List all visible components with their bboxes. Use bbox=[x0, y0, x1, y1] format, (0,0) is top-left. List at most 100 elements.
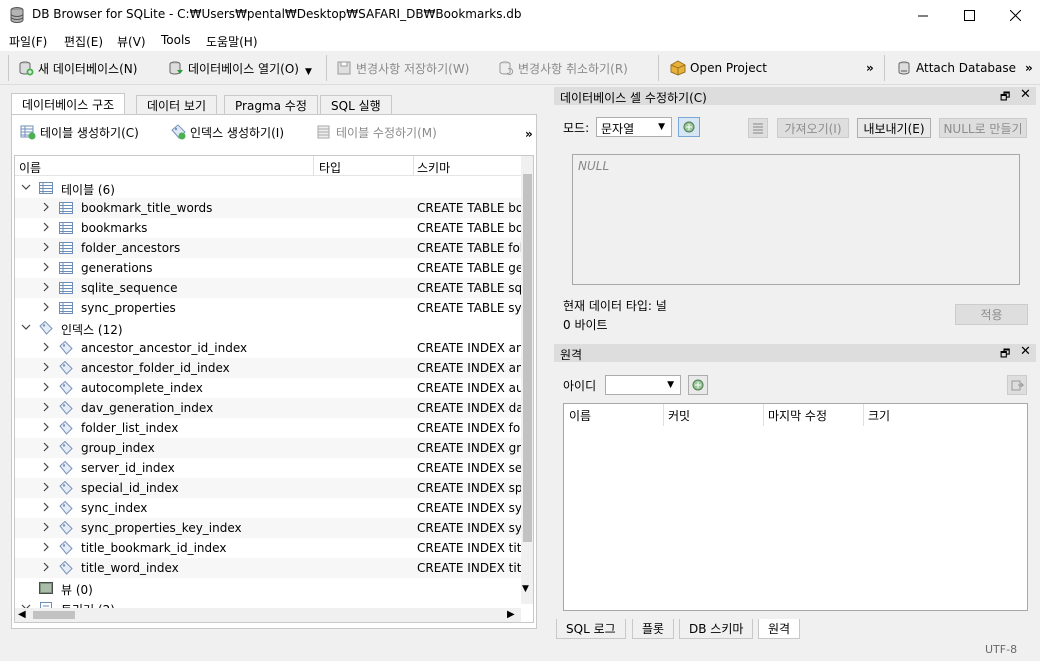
write-changes-button[interactable]: 변경사항 저장하기(W) bbox=[336, 57, 469, 79]
table-row[interactable]: CREATE TABLE sqlit sqlite_sequence bbox=[15, 278, 521, 298]
chevron-right-icon[interactable] bbox=[41, 242, 51, 252]
chevron-right-icon[interactable] bbox=[41, 222, 51, 232]
scroll-left-arrow-icon[interactable]: ◀ bbox=[18, 609, 26, 620]
index-row[interactable]: CREATE INDEX serv server_id_index bbox=[15, 458, 521, 478]
column-header-schema[interactable]: 스키마 bbox=[417, 159, 450, 176]
open-project-button[interactable]: Open Project bbox=[670, 57, 767, 79]
create-table-button[interactable]: 테이블 생성하기(C) bbox=[20, 121, 139, 143]
close-button[interactable] bbox=[992, 0, 1038, 30]
structure-toolbar-overflow-button[interactable]: » bbox=[525, 123, 533, 145]
maximize-button[interactable] bbox=[946, 0, 992, 30]
scroll-right-arrow-icon[interactable]: ▶ bbox=[507, 609, 515, 620]
chevron-right-icon[interactable] bbox=[41, 522, 51, 532]
chevron-right-icon[interactable] bbox=[41, 202, 51, 212]
table-row[interactable]: CREATE TABLE sync sync_properties bbox=[15, 298, 521, 318]
chevron-right-icon[interactable] bbox=[41, 342, 51, 352]
chevron-right-icon[interactable] bbox=[41, 262, 51, 272]
tab-db-schema[interactable]: DB 스키마 bbox=[679, 619, 754, 639]
views-group[interactable]: 뷰 (0) bbox=[15, 578, 521, 598]
chevron-right-icon[interactable] bbox=[41, 382, 51, 392]
minimize-button[interactable] bbox=[900, 0, 946, 30]
vertical-scrollbar[interactable]: ▼ bbox=[521, 156, 533, 604]
close-dock-icon[interactable]: ✕ bbox=[1020, 344, 1031, 359]
tab-edit-pragmas[interactable]: Pragma 수정 bbox=[224, 95, 318, 114]
tab-plot[interactable]: 플롯 bbox=[632, 619, 675, 639]
revert-changes-button[interactable]: 변경사항 취소하기(R) bbox=[498, 57, 628, 79]
tables-group[interactable]: 테이블 (6) bbox=[15, 178, 521, 198]
chevron-right-icon[interactable] bbox=[41, 282, 51, 292]
column-header-type[interactable]: 타입 bbox=[319, 159, 341, 176]
chevron-right-icon[interactable] bbox=[41, 302, 51, 312]
remote-col-name[interactable]: 이름 bbox=[569, 407, 591, 424]
open-database-button[interactable]: 데이터베이스 열기(O) ▼ bbox=[168, 57, 312, 79]
auto-switch-mode-button[interactable] bbox=[678, 117, 700, 137]
index-row[interactable]: CREATE INDEX dav dav_generation_index bbox=[15, 398, 521, 418]
new-database-button[interactable]: 새 데이터베이스(N) bbox=[18, 57, 137, 79]
indices-group[interactable]: 인덱스 (12) bbox=[15, 318, 521, 338]
index-row[interactable]: CREATE INDEX grou group_index bbox=[15, 438, 521, 458]
index-row[interactable]: CREATE INDEX auto autocomplete_index bbox=[15, 378, 521, 398]
toolbar-overflow-button[interactable]: » bbox=[866, 57, 874, 79]
modify-table-button[interactable]: 테이블 수정하기(M) bbox=[316, 121, 437, 143]
open-dropdown-arrow-icon[interactable]: ▼ bbox=[305, 67, 312, 77]
mode-select[interactable]: 문자열 ▼ bbox=[596, 117, 672, 137]
toolbar-overflow-button-2[interactable]: » bbox=[1025, 57, 1033, 79]
chevron-right-icon[interactable] bbox=[41, 422, 51, 432]
table-row[interactable]: CREATE TABLE fold folder_ancestors bbox=[15, 238, 521, 258]
horizontal-scrollbar-thumb[interactable] bbox=[33, 611, 75, 619]
chevron-right-icon[interactable] bbox=[41, 402, 51, 412]
word-wrap-button[interactable] bbox=[748, 118, 768, 138]
push-database-button[interactable] bbox=[1007, 375, 1027, 395]
chevron-right-icon[interactable] bbox=[41, 442, 51, 452]
table-row[interactable]: CREATE TABLE gene generations bbox=[15, 258, 521, 278]
add-identity-button[interactable] bbox=[688, 375, 708, 395]
tab-browse-data[interactable]: 데이터 보기 bbox=[136, 95, 218, 114]
index-row[interactable]: CREATE INDEX fold folder_list_index bbox=[15, 418, 521, 438]
index-row[interactable]: CREATE INDEX sync sync_properties_key_ind… bbox=[15, 518, 521, 538]
table-row[interactable]: CREATE TABLE boo bookmark_title_words bbox=[15, 198, 521, 218]
index-row[interactable]: CREATE INDEX anc ancestor_ancestor_id_ind… bbox=[15, 338, 521, 358]
menu-help[interactable]: 도움말(H) bbox=[206, 33, 258, 50]
vertical-scrollbar-thumb[interactable] bbox=[523, 174, 532, 542]
cell-editor[interactable]: NULL bbox=[572, 154, 1020, 285]
float-dock-icon[interactable]: 🗗 bbox=[1000, 88, 1010, 107]
remote-file-list[interactable]: 이름 커밋 마지막 수정 크기 bbox=[563, 403, 1028, 611]
chevron-right-icon[interactable] bbox=[41, 542, 51, 552]
chevron-down-icon[interactable] bbox=[21, 322, 31, 332]
index-row[interactable]: CREATE INDEX anc ancestor_folder_id_index bbox=[15, 358, 521, 378]
chevron-right-icon[interactable] bbox=[41, 462, 51, 472]
remote-col-commit[interactable]: 커밋 bbox=[668, 407, 690, 424]
chevron-right-icon[interactable] bbox=[41, 362, 51, 372]
column-header-name[interactable]: 이름 bbox=[19, 159, 41, 176]
chevron-down-icon[interactable] bbox=[21, 182, 31, 192]
create-index-button[interactable]: 인덱스 생성하기(I) bbox=[170, 121, 284, 143]
horizontal-scrollbar[interactable]: ◀ ▶ bbox=[15, 608, 521, 622]
index-row[interactable]: CREATE INDEX title title_bookmark_id_inde… bbox=[15, 538, 521, 558]
chevron-right-icon[interactable] bbox=[41, 502, 51, 512]
scroll-down-arrow-icon[interactable]: ▼ bbox=[522, 584, 529, 594]
import-button[interactable]: 가져오기(I) bbox=[777, 118, 849, 138]
apply-button[interactable]: 적용 bbox=[955, 304, 1028, 325]
set-null-button[interactable]: NULL로 만들기 bbox=[939, 118, 1027, 138]
table-row[interactable]: CREATE TABLE boo bookmarks bbox=[15, 218, 521, 238]
tab-sql-log[interactable]: SQL 로그 bbox=[556, 619, 626, 639]
menu-edit[interactable]: 편집(E) bbox=[64, 33, 103, 50]
menu-file[interactable]: 파일(F) bbox=[9, 33, 47, 50]
index-row[interactable]: CREATE INDEX spec special_id_index bbox=[15, 478, 521, 498]
export-button[interactable]: 내보내기(E) bbox=[857, 118, 931, 138]
attach-database-button[interactable]: Attach Database bbox=[896, 57, 1016, 79]
tab-database-structure[interactable]: 데이터베이스 구조 bbox=[11, 93, 126, 115]
index-row[interactable]: CREATE INDEX sync sync_index bbox=[15, 498, 521, 518]
tab-remote[interactable]: 원격 bbox=[758, 619, 801, 639]
menu-view[interactable]: 뷰(V) bbox=[117, 33, 146, 50]
float-dock-icon[interactable]: 🗗 bbox=[1000, 345, 1010, 364]
chevron-right-icon[interactable] bbox=[41, 482, 51, 492]
remote-col-size[interactable]: 크기 bbox=[868, 407, 890, 424]
tab-execute-sql[interactable]: SQL 실행 bbox=[320, 95, 392, 114]
menu-tools[interactable]: Tools bbox=[161, 33, 191, 47]
remote-col-last-modified[interactable]: 마지막 수정 bbox=[768, 407, 827, 424]
chevron-right-icon[interactable] bbox=[41, 562, 51, 572]
identity-select[interactable]: ▼ bbox=[605, 375, 681, 395]
close-dock-icon[interactable]: ✕ bbox=[1020, 87, 1031, 102]
index-row[interactable]: CREATE INDEX title title_word_index bbox=[15, 558, 521, 578]
